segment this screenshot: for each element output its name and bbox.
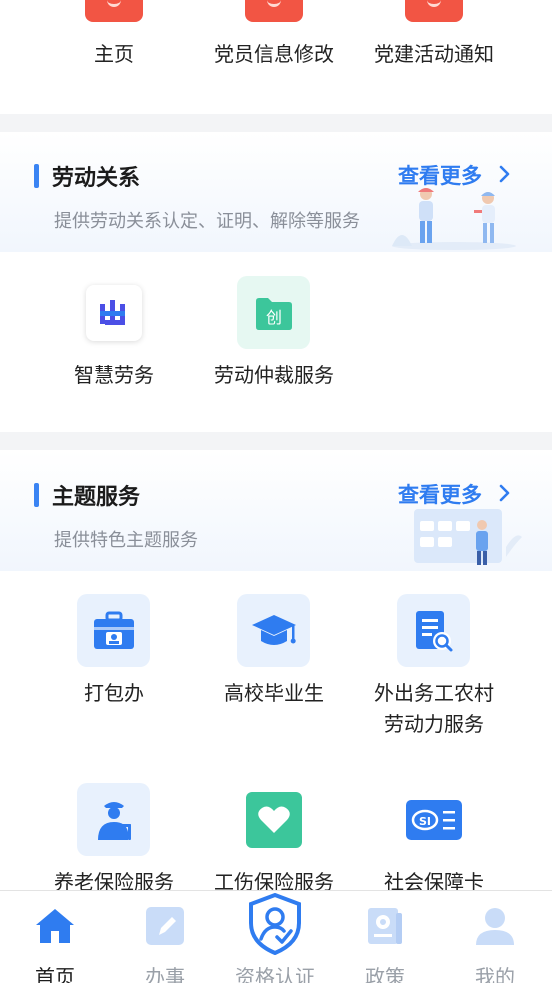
section-divider xyxy=(0,114,552,132)
party-activity-notice-label: 党建活动通知 xyxy=(374,42,494,66)
migrant-labor-label-line1: 外出务工农村 xyxy=(374,681,494,705)
social-security-card-icon-tile: SI xyxy=(397,783,470,856)
tab-mine[interactable]: 我的 xyxy=(440,891,550,983)
elderly-icon xyxy=(97,801,131,840)
elderly-icon-tile xyxy=(77,783,150,856)
edit-icon xyxy=(146,907,184,945)
smart-labor-label: 智慧劳务 xyxy=(74,363,154,387)
tab-mine-label: 我的 xyxy=(475,965,515,983)
theme-section-title: 主题服务 xyxy=(52,485,141,510)
policy-book-icon xyxy=(368,908,402,944)
party-member-icon xyxy=(245,0,303,22)
labor-section-title: 劳动关系 xyxy=(52,166,141,191)
graduate-cap-icon-tile xyxy=(237,594,310,667)
theme-section-subtitle: 提供特色主题服务 xyxy=(54,530,198,551)
tab-home-label: 首页 xyxy=(35,965,75,983)
shield-person-icon xyxy=(249,893,301,955)
theme-view-more-link[interactable]: 查看更多 xyxy=(398,479,482,509)
party-services-grid: 主页 党员信息修改 党建活动通知 xyxy=(0,0,552,114)
package-icon-tile xyxy=(77,594,150,667)
service-board-illustration-icon xyxy=(414,509,522,565)
smart-labor-icon xyxy=(99,299,125,325)
tab-services[interactable]: 办事 xyxy=(110,891,220,983)
title-accent-bar xyxy=(34,483,39,507)
package-icon xyxy=(93,611,134,649)
chevron-right-icon[interactable] xyxy=(496,482,514,504)
svg-text:SI: SI xyxy=(418,815,430,828)
graduate-cap-icon xyxy=(251,614,296,645)
bottom-tab-bar: 首页 办事 资格认证 政策 我的 xyxy=(0,890,552,983)
tab-policy[interactable]: 政策 xyxy=(330,891,440,983)
graduate-service-label: 高校毕业生 xyxy=(224,681,324,705)
smart-labor-icon-tile xyxy=(77,276,150,349)
member-info-edit-label: 党员信息修改 xyxy=(214,42,334,66)
party-activity-icon xyxy=(405,0,463,22)
labor-section-subtitle: 提供劳动关系认定、证明、解除等服务 xyxy=(54,211,360,232)
workers-illustration-icon xyxy=(392,188,516,250)
document-search-icon-tile xyxy=(397,594,470,667)
labor-arbitration-label: 劳动仲裁服务 xyxy=(214,363,334,387)
party-home-icon xyxy=(85,0,143,22)
migrant-labor-service-label: 外出务工农村 劳动力服务 xyxy=(354,678,514,740)
tab-policy-label: 政策 xyxy=(365,965,405,983)
theme-section-header: 主题服务 查看更多 提供特色主题服务 xyxy=(0,451,552,571)
home-icon xyxy=(36,909,74,943)
chevron-right-icon[interactable] xyxy=(496,163,514,185)
tab-qualification-label: 资格认证 xyxy=(235,965,315,983)
tab-home[interactable]: 首页 xyxy=(0,891,110,983)
migrant-labor-label-line2: 劳动力服务 xyxy=(384,712,484,736)
document-search-icon xyxy=(415,610,452,651)
tab-qualification[interactable]: 资格认证 xyxy=(220,891,330,983)
arbitration-icon-tile: 创 xyxy=(237,276,310,349)
title-accent-bar xyxy=(34,164,39,188)
tab-services-label: 办事 xyxy=(145,965,185,983)
labor-section-header: 劳动关系 查看更多 提供劳动关系认定、证明、解除等服务 xyxy=(0,132,552,252)
arbitration-icon: 创 xyxy=(255,297,292,330)
heart-icon xyxy=(257,806,290,833)
home-page-label: 主页 xyxy=(94,42,134,66)
svg-text:创: 创 xyxy=(265,308,281,327)
package-service-label: 打包办 xyxy=(84,681,144,705)
social-security-card-icon: SI xyxy=(405,799,462,840)
user-icon xyxy=(476,908,514,945)
heart-icon-tile xyxy=(237,783,310,856)
section-divider xyxy=(0,432,552,450)
